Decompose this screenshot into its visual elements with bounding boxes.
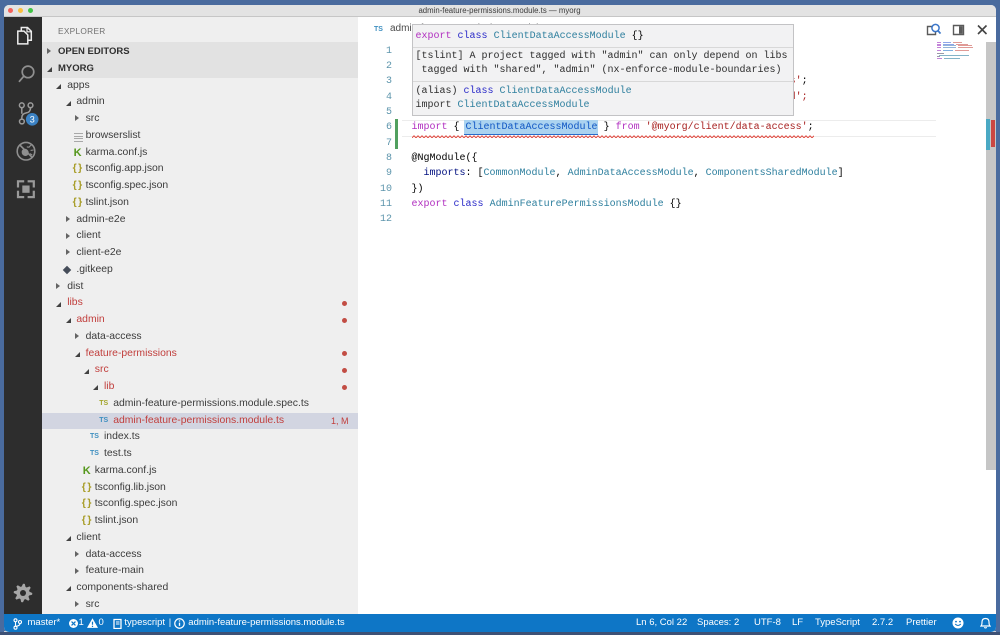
svg-text:3: 3	[29, 114, 34, 124]
